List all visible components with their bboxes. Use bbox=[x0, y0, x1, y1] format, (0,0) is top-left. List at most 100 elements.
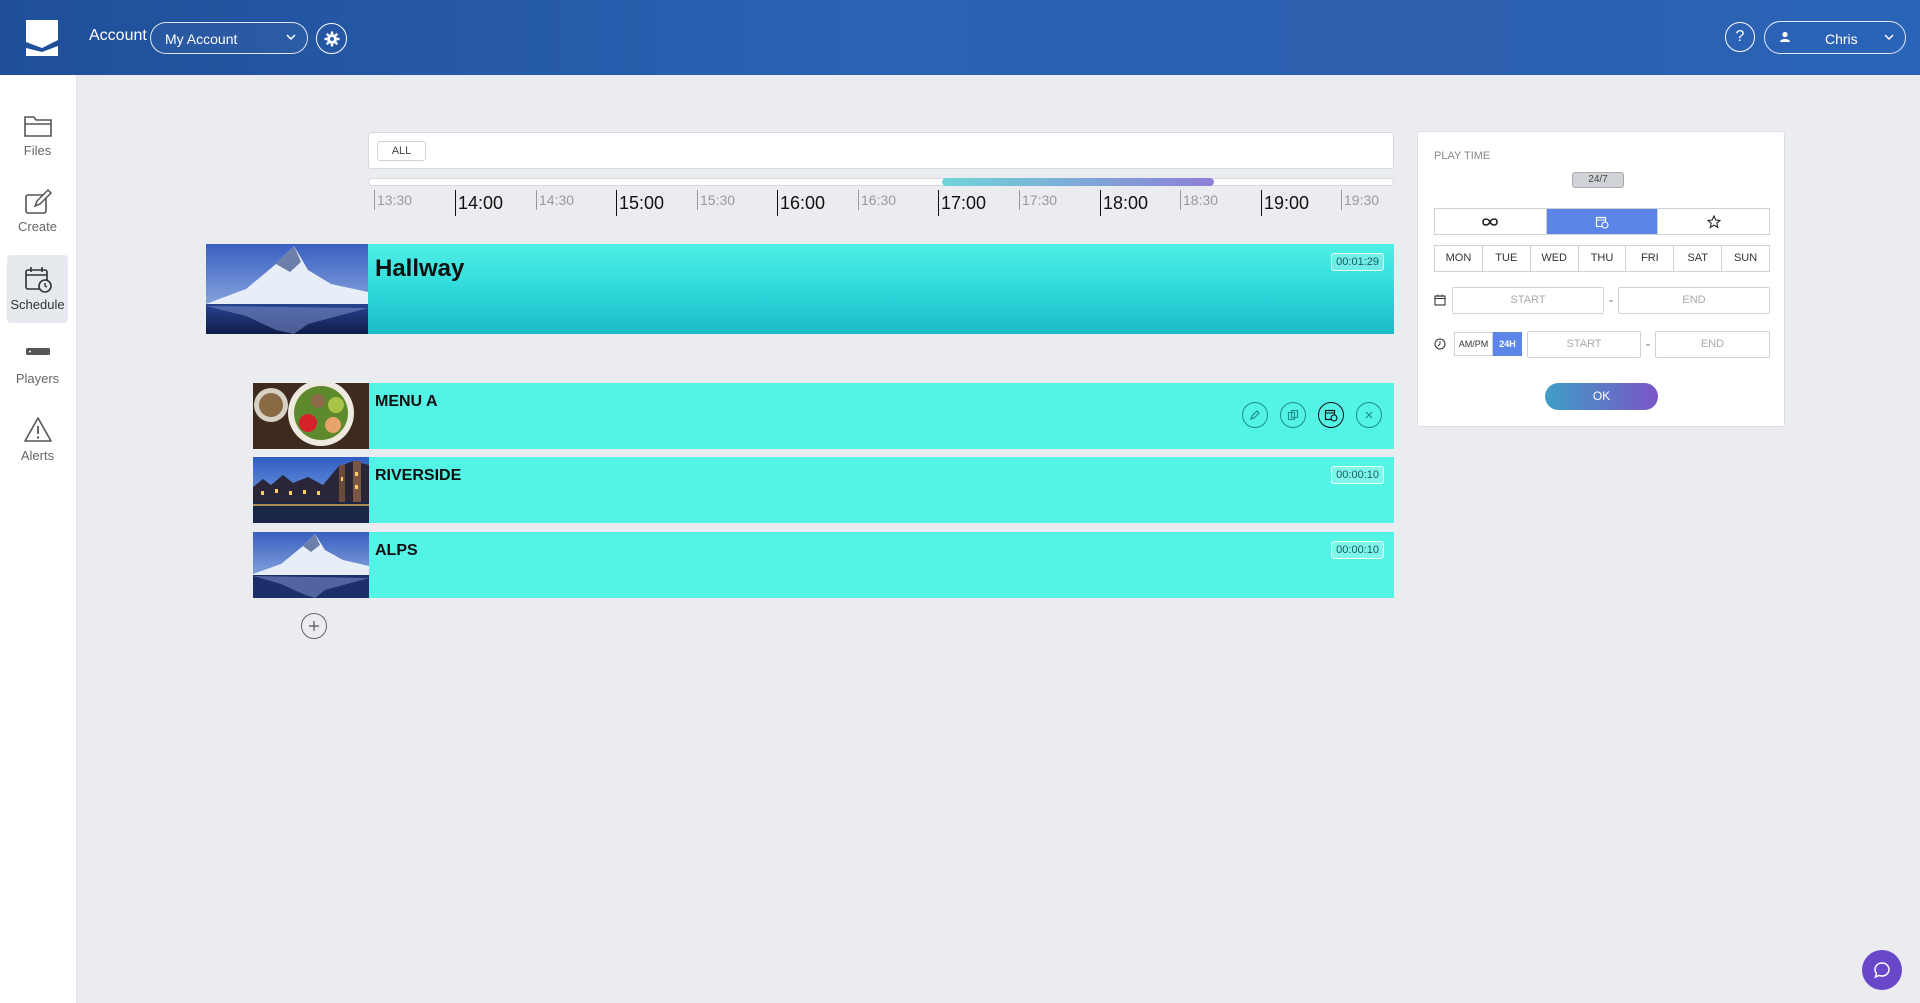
time-start-field[interactable]: START bbox=[1527, 331, 1641, 358]
timeline-tick: 16:30 bbox=[858, 190, 896, 210]
calendar-icon bbox=[1434, 294, 1446, 306]
timeline-tick: 14:30 bbox=[536, 190, 574, 210]
top-header: Account My Account ? Chris bbox=[0, 0, 1920, 75]
mountain-thumbnail bbox=[253, 532, 369, 598]
date-range-dash: - bbox=[1609, 293, 1613, 307]
day-wed-toggle[interactable]: WED bbox=[1531, 246, 1579, 271]
sidebar-item-files[interactable]: Files bbox=[7, 103, 68, 171]
app-logo-icon[interactable] bbox=[22, 18, 62, 58]
filter-bar: ALL bbox=[368, 132, 1394, 169]
timeline-tick: 15:00 bbox=[616, 190, 664, 216]
playlist-row-riverside[interactable]: RIVERSIDE 00:00:10 bbox=[253, 457, 1394, 523]
playlist-title: ALPS bbox=[375, 542, 418, 559]
playlist-row-alps[interactable]: ALPS 00:00:10 bbox=[253, 532, 1394, 598]
date-end-field[interactable]: END bbox=[1618, 287, 1770, 314]
alert-icon bbox=[23, 417, 52, 442]
playlist-title: MENU A bbox=[375, 393, 438, 410]
star-icon bbox=[1706, 214, 1721, 229]
playlist-title: Hallway bbox=[375, 255, 465, 282]
create-icon bbox=[24, 189, 52, 214]
timeline-tick: 17:30 bbox=[1019, 190, 1057, 210]
chevron-down-icon bbox=[286, 34, 296, 41]
day-sat-toggle[interactable]: SAT bbox=[1674, 246, 1723, 271]
riverside-thumbnail bbox=[253, 457, 369, 523]
add-playlist-button[interactable] bbox=[301, 613, 327, 639]
mode-favorite-button[interactable] bbox=[1658, 209, 1769, 234]
time-end-field[interactable]: END bbox=[1655, 331, 1770, 358]
player-icon bbox=[25, 348, 50, 355]
settings-button[interactable] bbox=[316, 23, 347, 54]
ok-button[interactable]: OK bbox=[1545, 383, 1658, 410]
mode-always-button[interactable] bbox=[1435, 209, 1547, 234]
24h-toggle[interactable]: 24H bbox=[1493, 332, 1522, 356]
duplicate-button[interactable] bbox=[1280, 402, 1306, 428]
gear-icon bbox=[324, 31, 339, 46]
panel-title: PLAY TIME bbox=[1434, 150, 1491, 162]
clock-icon bbox=[1434, 338, 1446, 350]
chat-icon bbox=[1874, 962, 1890, 979]
sidebar-item-label: Schedule bbox=[10, 297, 65, 312]
pencil-icon bbox=[1250, 410, 1260, 420]
sidebar-item-create[interactable]: Create bbox=[7, 179, 68, 247]
mountain-thumbnail bbox=[206, 244, 368, 334]
schedule-icon bbox=[24, 267, 52, 293]
timeline-tick: 18:30 bbox=[1180, 190, 1218, 210]
duration-badge: 00:00:10 bbox=[1331, 541, 1384, 559]
play-time-panel: PLAY TIME 24/7 MON TUE WED THU FRI SAT S… bbox=[1417, 131, 1785, 427]
calendar-clock-icon bbox=[1595, 216, 1609, 229]
user-menu-button[interactable]: Chris bbox=[1764, 21, 1906, 54]
weekday-selector: MON TUE WED THU FRI SAT SUN bbox=[1434, 245, 1770, 272]
date-start-field[interactable]: START bbox=[1452, 287, 1604, 314]
timeline-tick: 19:30 bbox=[1341, 190, 1379, 210]
chat-button[interactable] bbox=[1862, 950, 1902, 990]
day-sun-toggle[interactable]: SUN bbox=[1722, 246, 1769, 271]
timeline-tick: 18:00 bbox=[1100, 190, 1148, 216]
play-mode-group bbox=[1434, 208, 1770, 235]
timeline-tick: 19:00 bbox=[1261, 190, 1309, 216]
sidebar-item-label: Files bbox=[23, 143, 52, 158]
timeline-tick: 15:30 bbox=[697, 190, 735, 210]
account-label: Account bbox=[89, 27, 147, 44]
infinity-icon bbox=[1482, 217, 1499, 226]
ampm-toggle[interactable]: AM/PM bbox=[1454, 332, 1493, 356]
timeline-tick: 14:00 bbox=[455, 190, 503, 216]
duration-badge: 00:00:10 bbox=[1331, 466, 1384, 484]
sidebar-item-alerts[interactable]: Alerts bbox=[7, 406, 68, 474]
account-select[interactable]: My Account bbox=[150, 22, 308, 54]
calendar-clock-icon bbox=[1324, 409, 1338, 422]
folder-icon bbox=[23, 116, 52, 137]
sidebar-item-label: Create bbox=[17, 219, 58, 234]
sidebar: Files Create Schedule Players Alerts bbox=[0, 75, 77, 1003]
timeline-track[interactable] bbox=[368, 178, 1394, 186]
timeline-range-handle[interactable] bbox=[942, 178, 1214, 186]
playlist-title: RIVERSIDE bbox=[375, 467, 462, 484]
row-actions bbox=[1242, 402, 1382, 428]
sidebar-item-label: Alerts bbox=[20, 448, 55, 463]
help-button[interactable]: ? bbox=[1725, 22, 1755, 52]
playlist-row-menu-a[interactable]: MENU A bbox=[253, 383, 1394, 449]
delete-button[interactable] bbox=[1356, 402, 1382, 428]
user-name: Chris bbox=[1825, 31, 1858, 47]
plus-icon bbox=[309, 621, 319, 631]
user-icon bbox=[1780, 31, 1790, 42]
mode-schedule-button[interactable] bbox=[1546, 209, 1659, 234]
timeline-tick: 16:00 bbox=[777, 190, 825, 216]
sidebar-item-players[interactable]: Players bbox=[7, 331, 68, 399]
chevron-down-icon bbox=[1884, 34, 1894, 41]
food-thumbnail bbox=[253, 383, 369, 449]
day-tue-toggle[interactable]: TUE bbox=[1483, 246, 1531, 271]
day-thu-toggle[interactable]: THU bbox=[1579, 246, 1627, 271]
filter-all-chip[interactable]: ALL bbox=[377, 141, 426, 161]
schedule-button[interactable] bbox=[1318, 402, 1344, 428]
edit-button[interactable] bbox=[1242, 402, 1268, 428]
playlist-row-hallway[interactable]: Hallway 00:01:29 bbox=[206, 244, 1394, 334]
play-time-badge: 24/7 bbox=[1572, 172, 1624, 188]
timeline-tick: 13:30 bbox=[374, 190, 412, 210]
account-select-value: My Account bbox=[165, 31, 238, 47]
day-fri-toggle[interactable]: FRI bbox=[1626, 246, 1675, 271]
sidebar-item-label: Players bbox=[15, 371, 60, 386]
duration-badge: 00:01:29 bbox=[1331, 253, 1384, 271]
day-mon-toggle[interactable]: MON bbox=[1435, 246, 1483, 271]
sidebar-item-schedule[interactable]: Schedule bbox=[7, 255, 68, 323]
timeline-tick: 17:00 bbox=[938, 190, 986, 216]
